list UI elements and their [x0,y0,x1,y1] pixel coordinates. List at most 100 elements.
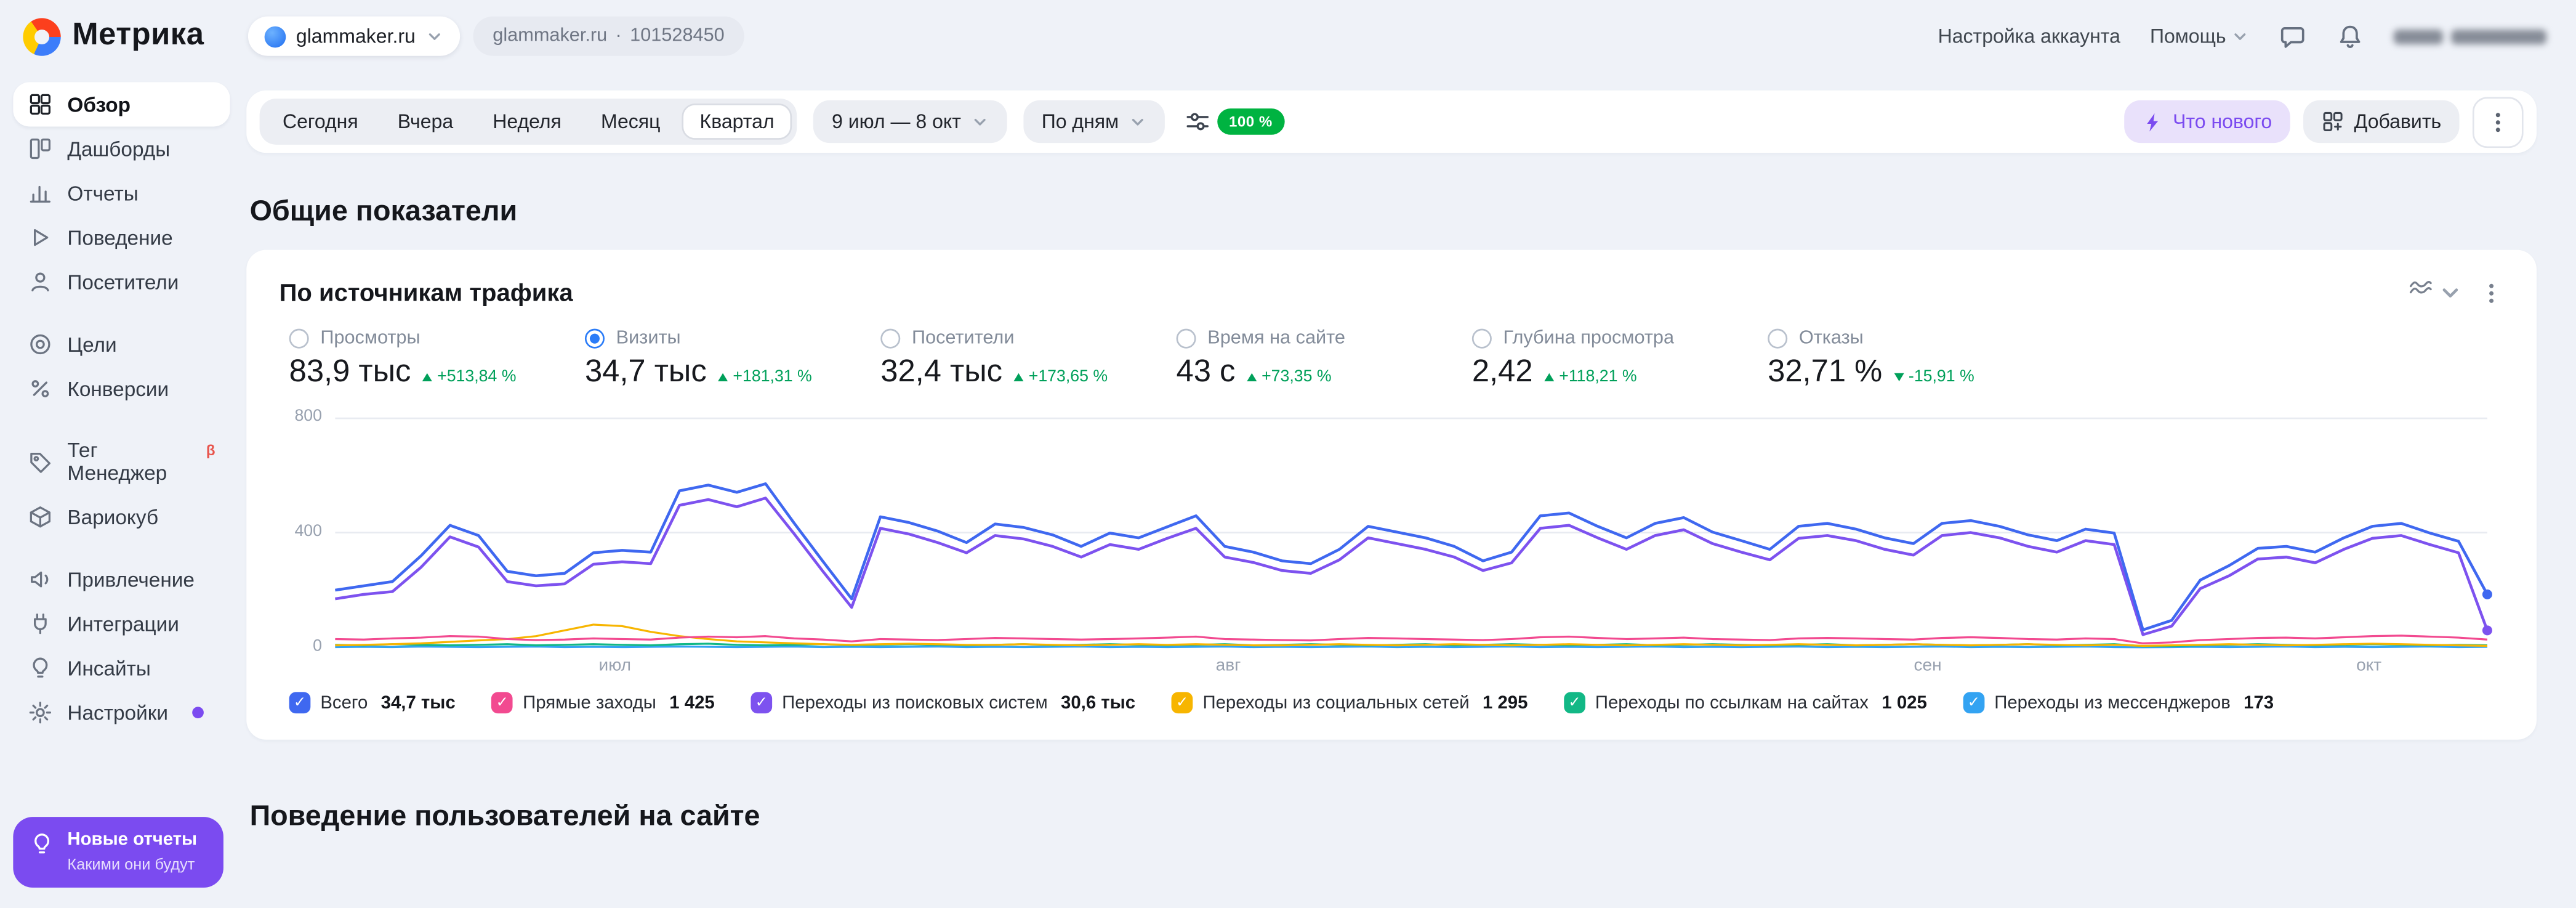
sidebar-nav: Обзор Дашборды Отчеты ПоведениеПосетители Це… [13,82,230,734]
sampling-control[interactable]: 100 % [1185,108,1284,135]
metrika-logo[interactable]: Метрика [23,17,204,55]
sidebar-item-overview[interactable]: Обзор [13,82,230,126]
metric-tab-visits[interactable]: Визиты34,7 тыс+181,31 % [585,329,835,391]
metric-tab-time-on-site[interactable]: Время на сайте 43 с +73,35 % [1177,329,1427,391]
sidebar-item-acquisition[interactable]: Привлечение [13,557,230,602]
section-title-overview: Общие показатели [250,194,2537,229]
chart-legend: ✓Всего34,7 тыс✓Прямые заходы1 425✓Перехо… [280,692,2504,713]
sidebar-item-conversions[interactable]: Конверсии [13,367,230,411]
whats-new-button[interactable]: Что нового [2123,100,2290,143]
notifications-bell-icon[interactable] [2336,22,2364,50]
metric-value: 43 с [1177,355,1236,391]
x-tick-label: авг [1216,656,1241,676]
legend-item-search[interactable]: ✓Переходы из поисковых систем30,6 тыс [751,692,1135,713]
card-title: По источникам трафика [280,278,573,306]
metric-value: 34,7 тыс [585,355,707,391]
metric-label: Посетители [912,329,1015,349]
sidebar-item-visitors[interactable]: Посетители [13,260,230,304]
metric-value: 32,71 % [1768,355,1882,391]
legend-checkbox[interactable]: ✓ [289,692,311,713]
legend-checkbox[interactable]: ✓ [1963,692,1985,713]
sidebar-item-label: Обзор [67,93,131,116]
top-header: Метрика glammaker.ru glammaker.ru · 1015… [0,0,2576,72]
chart-plot [335,418,2487,648]
metric-radio[interactable] [585,329,605,349]
date-preset-quarter[interactable]: Квартал [682,103,792,140]
separator-dot: · [616,26,622,46]
counter-id: 101528450 [630,26,725,46]
granularity-select[interactable]: По дням [1023,100,1165,143]
add-button[interactable]: Добавить [2303,100,2460,143]
site-favicon-icon [265,25,286,47]
sidebar-item-behavior[interactable]: Поведение [13,216,230,260]
x-axis-labels: июлавгсенокт [335,647,2503,675]
legend-checkbox[interactable]: ✓ [1564,692,1585,713]
legend-checkbox[interactable]: ✓ [491,692,513,713]
sidebar-item-settings[interactable]: Настройки [13,691,230,735]
help-label: Помощь [2150,25,2226,47]
traffic-chart[interactable]: 0400800 июлавгсенокт [280,418,2504,676]
metric-delta: +118,21 % [1544,368,1636,386]
metric-radio[interactable] [1768,329,1787,349]
legend-value: 173 [2244,693,2274,713]
metric-delta: +73,35 % [1247,368,1332,386]
sidebar-item-label: Конверсии [67,377,169,400]
legend-checkbox[interactable]: ✓ [1172,692,1193,713]
new-reports-promo[interactable]: Новые отчеты Какими они будут [13,817,223,888]
metric-tab-visitors[interactable]: Посетители32,4 тыс+173,65 % [880,329,1130,391]
sliders-icon [1185,108,1211,135]
legend-item-messengers[interactable]: ✓Переходы из мессенджеров173 [1963,692,2274,713]
sidebar-item-tag-manager[interactable]: Тег Менеджерβ [13,429,230,495]
overview-icon [28,92,52,116]
metric-label: Отказы [1799,329,1864,349]
counter-breadcrumb[interactable]: glammaker.ru · 101528450 [473,17,744,56]
date-preset-month[interactable]: Месяц [583,103,678,140]
tag-manager-icon [28,450,52,474]
date-range-select[interactable]: 9 июл — 8 окт [814,100,1007,143]
date-preset-yesterday[interactable]: Вчера [379,103,471,140]
sidebar-item-variocube[interactable]: Вариокуб [13,495,230,539]
legend-item-social[interactable]: ✓Переходы из социальных сетей1 295 [1172,692,1528,713]
traffic-sources-card: По источникам трафика Просмотры83,9 тыс+… [246,250,2537,740]
legend-item-direct[interactable]: ✓Прямые заходы1 425 [491,692,714,713]
legend-item-total[interactable]: ✓Всего34,7 тыс [289,692,456,713]
chat-icon[interactable] [2279,22,2306,50]
sidebar-item-label: Отчеты [67,182,138,205]
metric-tab-depth[interactable]: Глубина просмотра2,42+118,21 % [1472,329,1722,391]
metric-radio[interactable] [1472,329,1492,349]
metric-tab-bounce[interactable]: Отказы 32,71 % -15,91 % [1768,329,2018,391]
dashboards-icon [28,136,52,161]
metric-value: 83,9 тыс [289,355,411,391]
legend-checkbox[interactable]: ✓ [751,692,772,713]
conversions-icon [28,376,52,401]
metric-tab-views[interactable]: Просмотры83,9 тыс+513,84 % [289,329,539,391]
metric-label: Время на сайте [1207,329,1345,349]
counter-selector[interactable]: glammaker.ru [249,17,460,56]
sidebar-item-label: Настройки [67,701,168,724]
user-account-redacted[interactable] [2394,29,2546,44]
legend-label: Прямые заходы [523,693,656,713]
metric-radio[interactable] [289,329,309,349]
metric-radio[interactable] [1177,329,1196,349]
metric-delta: -15,91 % [1894,368,1974,386]
chevron-down-icon [2438,280,2463,305]
chart-type-select[interactable] [2409,276,2463,309]
sidebar-item-reports[interactable]: Отчеты [13,171,230,216]
account-settings-link[interactable]: Настройка аккаунта [1938,25,2120,47]
card-menu-button[interactable] [2479,280,2504,305]
sidebar-item-goals[interactable]: Цели [13,322,230,367]
metric-value: 32,4 тыс [880,355,1002,391]
redacted-text [2394,29,2443,44]
sidebar-item-insights[interactable]: Инсайты [13,646,230,691]
legend-item-links[interactable]: ✓Переходы по ссылкам на сайтах1 025 [1564,692,1927,713]
more-menu-button[interactable] [2473,96,2524,147]
date-preset-week[interactable]: Неделя [475,103,579,140]
sidebar: Обзор Дашборды Отчеты ПоведениеПосетители Це… [0,72,240,907]
y-tick-label: 0 [280,638,322,655]
sidebar-item-dashboards[interactable]: Дашборды [13,126,230,171]
metric-radio[interactable] [880,329,900,349]
sidebar-item-integrations[interactable]: Интеграции [13,602,230,646]
help-menu[interactable]: Помощь [2150,25,2249,47]
date-preset-today[interactable]: Сегодня [265,103,376,140]
delta-arrow-icon [1894,373,1904,381]
